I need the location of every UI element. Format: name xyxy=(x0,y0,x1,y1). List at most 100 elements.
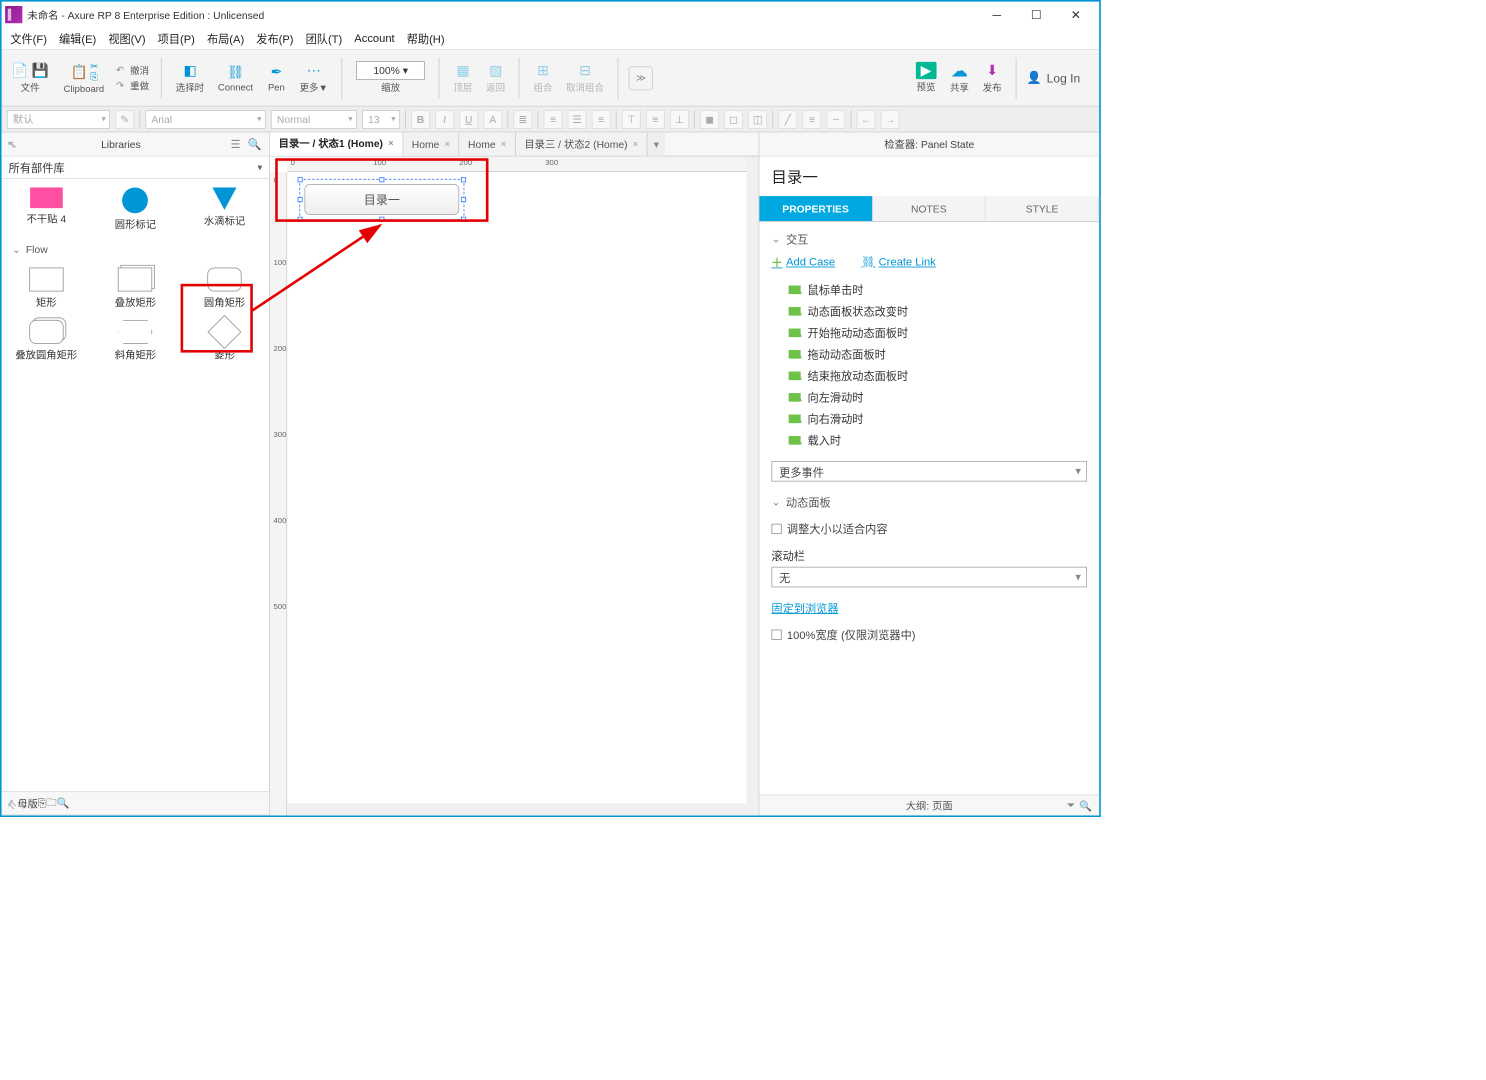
event-dragstart[interactable]: 开始拖动动态面板时 xyxy=(789,322,1087,344)
font-combo[interactable]: Arial xyxy=(145,110,265,129)
event-onclick[interactable]: 鼠标单击时 xyxy=(789,279,1087,301)
widget-stacked-rect[interactable]: 叠放矩形 xyxy=(97,267,174,309)
event-swipeleft[interactable]: 向左滑动时 xyxy=(789,386,1087,408)
more-button[interactable]: ⋯更多▼ xyxy=(296,59,331,96)
fill-button[interactable]: ◼ xyxy=(700,110,719,129)
pin-to-browser-link[interactable]: 固定到浏览器 xyxy=(771,599,1087,615)
outer-button[interactable]: ◻ xyxy=(724,110,743,129)
tab-home1[interactable]: Home× xyxy=(403,132,459,155)
maximize-button[interactable]: ☐ xyxy=(1017,2,1057,28)
overflow-button[interactable]: ≫ xyxy=(629,66,653,90)
file-button[interactable]: 📄💾 文件 xyxy=(7,59,53,96)
zoom-control[interactable]: 100% ▾缩放 xyxy=(353,59,429,96)
minimize-button[interactable]: ─ xyxy=(977,2,1017,28)
publish-button[interactable]: ⬇发布 xyxy=(979,59,1005,96)
send-back-button[interactable]: ▧返回 xyxy=(483,59,509,96)
canvas[interactable]: 目录一 xyxy=(287,172,758,815)
event-panelstatechange[interactable]: 动态面板状态改变时 xyxy=(789,300,1087,322)
menu-help[interactable]: 帮助(H) xyxy=(407,30,445,46)
style-manage-button[interactable]: ✎ xyxy=(115,110,134,129)
scrollbar-vertical[interactable] xyxy=(746,157,758,816)
linewidth-button[interactable]: ≡ xyxy=(802,110,821,129)
scrollbar-combo[interactable]: 无 xyxy=(771,567,1087,588)
close-icon[interactable]: × xyxy=(501,139,507,149)
width100-check[interactable]: 100%宽度 (仅限浏览器中) xyxy=(771,623,1087,646)
style-combo[interactable]: 默认 xyxy=(7,110,110,129)
widget-drop-marker[interactable]: 水滴标记 xyxy=(186,187,263,231)
weight-combo[interactable]: Normal xyxy=(271,110,357,129)
section-interaction[interactable]: ⌄交互 xyxy=(771,230,1087,246)
share-button[interactable]: ☁共享 xyxy=(947,59,973,96)
linestyle-button[interactable]: ┄ xyxy=(826,110,845,129)
widget-beveled-rect[interactable]: 斜角矩形 xyxy=(97,320,174,362)
event-swiperight[interactable]: 向右滑动时 xyxy=(789,408,1087,430)
masters-search-icon[interactable]: 🔍 xyxy=(57,797,70,809)
align-center-button[interactable]: ☰ xyxy=(568,110,587,129)
filter-icon[interactable]: ⏷ xyxy=(1067,799,1075,812)
masters-add-icon[interactable]: ⎘ xyxy=(38,797,46,810)
pen-button[interactable]: ✒Pen xyxy=(263,61,289,95)
close-icon[interactable]: × xyxy=(444,139,450,149)
underline-button[interactable]: U xyxy=(459,110,478,129)
panel-menu-icon[interactable]: ☰ xyxy=(228,136,243,151)
masters-folder-icon[interactable]: 🗀 xyxy=(46,794,56,812)
italic-button[interactable]: I xyxy=(435,110,454,129)
tab-state1[interactable]: 目录一 / 状态1 (Home)× xyxy=(270,132,403,155)
menu-publish[interactable]: 发布(P) xyxy=(256,30,293,46)
widget-rectangle[interactable]: 矩形 xyxy=(8,267,85,309)
linecolor-button[interactable]: ╱ xyxy=(778,110,797,129)
menu-account[interactable]: Account xyxy=(354,32,394,45)
event-onload[interactable]: 载入时 xyxy=(789,429,1087,451)
menu-project[interactable]: 项目(P) xyxy=(158,30,195,46)
undo-button[interactable]: ↶ 撤消 xyxy=(116,63,149,77)
connect-button[interactable]: ⛓Connect xyxy=(214,61,256,95)
login-button[interactable]: 👤Log In xyxy=(1027,71,1094,86)
preview-button[interactable]: ▶预览 xyxy=(912,60,940,95)
tab-properties[interactable]: PROPERTIES xyxy=(759,196,872,221)
menu-team[interactable]: 团队(T) xyxy=(306,30,343,46)
canvas-widget-mulu1[interactable]: 目录一 xyxy=(304,184,459,215)
widget-sticky4[interactable]: 不干贴 4 xyxy=(8,187,85,231)
flow-section[interactable]: ⌄Flow xyxy=(2,237,269,263)
inner-button[interactable]: ◫ xyxy=(748,110,767,129)
tab-state2[interactable]: 目录三 / 状态2 (Home)× xyxy=(516,132,648,155)
tab-style[interactable]: STYLE xyxy=(986,196,1099,221)
menu-arrange[interactable]: 布局(A) xyxy=(207,30,244,46)
select-mode-button[interactable]: ◧选择时 xyxy=(172,59,207,96)
valign-bot-button[interactable]: ⊥ xyxy=(670,110,689,129)
size-combo[interactable]: 13 xyxy=(362,110,400,129)
redo-button[interactable]: ↷ 重做 xyxy=(116,79,149,93)
more-events-combo[interactable]: 更多事件 xyxy=(771,461,1087,482)
bullets-button[interactable]: ≣ xyxy=(513,110,532,129)
widget-diamond[interactable]: 菱形 xyxy=(186,320,263,362)
close-icon[interactable]: × xyxy=(633,139,639,149)
close-icon[interactable]: × xyxy=(388,138,394,148)
widget-rounded-rect[interactable]: 圆角矩形 xyxy=(186,267,263,309)
align-right-button[interactable]: ≡ xyxy=(592,110,611,129)
align-left-button[interactable]: ≡ xyxy=(544,110,563,129)
valign-top-button[interactable]: ⊤ xyxy=(622,110,641,129)
create-link-link[interactable]: ⛓Create Link xyxy=(861,254,936,270)
bring-front-button[interactable]: ▦顶层 xyxy=(450,59,476,96)
close-button[interactable]: ✕ xyxy=(1056,2,1096,28)
clipboard-button[interactable]: 📋✂⎘ Clipboard xyxy=(60,59,107,96)
group-button[interactable]: ⊞组合 xyxy=(530,59,556,96)
panel-search-icon[interactable]: 🔍 xyxy=(247,136,262,151)
scrollbar-horizontal[interactable] xyxy=(287,803,746,815)
menu-file[interactable]: 文件(F) xyxy=(10,30,47,46)
bold-button[interactable]: B xyxy=(411,110,430,129)
widget-circle-marker[interactable]: 圆形标记 xyxy=(97,187,174,231)
tab-home2[interactable]: Home× xyxy=(459,132,515,155)
arrow-start-button[interactable]: ← xyxy=(857,110,876,129)
textcolor-button[interactable]: A xyxy=(483,110,502,129)
add-case-link[interactable]: ＋Add Case xyxy=(771,254,835,270)
library-select[interactable]: 所有部件库 xyxy=(2,157,269,179)
valign-mid-button[interactable]: ≡ xyxy=(646,110,665,129)
menu-view[interactable]: 视图(V) xyxy=(108,30,145,46)
tab-notes[interactable]: NOTES xyxy=(873,196,986,221)
tab-overflow-button[interactable]: ▾ xyxy=(648,132,665,155)
outline-search-icon[interactable]: 🔍 xyxy=(1079,799,1092,811)
menu-edit[interactable]: 编辑(E) xyxy=(59,30,96,46)
arrow-end-button[interactable]: → xyxy=(881,110,900,129)
ungroup-button[interactable]: ⊟取消组合 xyxy=(563,59,608,96)
